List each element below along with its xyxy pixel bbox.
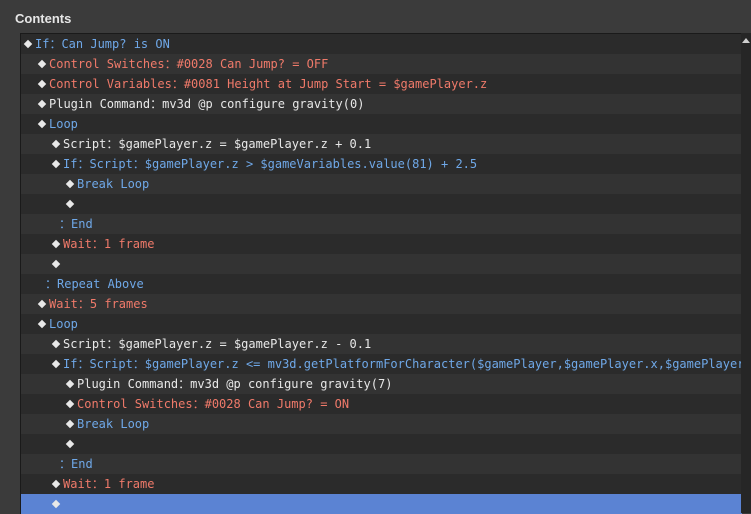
diamond-bullet-icon (51, 239, 61, 249)
command-text: Control Variables：#0081 Height at Jump S… (49, 77, 488, 91)
command-row[interactable]: Script：$gamePlayer.z = $gamePlayer.z - 0… (21, 334, 742, 354)
command-row[interactable]: Control Switches：#0028 Can Jump? = ON (21, 394, 742, 414)
diamond-bullet-icon (51, 359, 61, 369)
command-row[interactable]: Control Variables：#0081 Height at Jump S… (21, 74, 742, 94)
diamond-bullet-icon (37, 319, 47, 329)
command-row[interactable]: Loop (21, 114, 742, 134)
command-row[interactable]: ：Repeat Above (21, 274, 742, 294)
command-text: Control Switches：#0028 Can Jump? = ON (77, 397, 350, 411)
command-row-selected[interactable] (21, 494, 742, 514)
diamond-bullet-icon (51, 499, 61, 509)
command-row[interactable] (21, 254, 742, 274)
command-text: Script：$gamePlayer.z = $gamePlayer.z - 0… (63, 337, 372, 351)
diamond-bullet-icon (37, 59, 47, 69)
diamond-bullet-icon (65, 199, 75, 209)
command-text: If：Can Jump? is ON (35, 37, 170, 51)
diamond-bullet-icon (65, 439, 75, 449)
command-row[interactable]: Plugin Command：mv3d @p configure gravity… (21, 94, 742, 114)
command-row[interactable]: Wait：5 frames (21, 294, 742, 314)
diamond-bullet-icon (37, 99, 47, 109)
scroll-up-arrow-icon[interactable] (742, 38, 750, 43)
command-row[interactable]: Script：$gamePlayer.z = $gamePlayer.z + 0… (21, 134, 742, 154)
diamond-bullet-icon (65, 179, 75, 189)
command-text: Loop (49, 317, 78, 331)
command-row[interactable]: ：End (21, 214, 742, 234)
vertical-scrollbar[interactable] (741, 33, 751, 513)
command-text: ：Repeat Above (45, 277, 144, 291)
command-text: Plugin Command：mv3d @p configure gravity… (49, 97, 365, 111)
command-text: Wait：1 frame (63, 237, 155, 251)
command-row[interactable]: If：Can Jump? is ON (21, 34, 742, 54)
command-text: Loop (49, 117, 78, 131)
diamond-bullet-icon (51, 259, 61, 269)
command-text: Wait：5 frames (49, 297, 148, 311)
diamond-bullet-icon (65, 399, 75, 409)
diamond-bullet-icon (65, 419, 75, 429)
command-text: Script：$gamePlayer.z = $gamePlayer.z + 0… (63, 137, 372, 151)
command-text: Plugin Command：mv3d @p configure gravity… (77, 377, 393, 391)
diamond-bullet-icon (51, 159, 61, 169)
command-row[interactable] (21, 434, 742, 454)
command-row[interactable]: ：End (21, 454, 742, 474)
command-text: Break Loop (77, 177, 150, 191)
command-row[interactable]: Wait：1 frame (21, 234, 742, 254)
command-row[interactable]: Break Loop (21, 174, 742, 194)
command-row[interactable]: Control Switches：#0028 Can Jump? = OFF (21, 54, 742, 74)
diamond-bullet-icon (51, 479, 61, 489)
diamond-bullet-icon (51, 139, 61, 149)
diamond-bullet-icon (65, 379, 75, 389)
command-row[interactable]: Loop (21, 314, 742, 334)
command-row[interactable]: If：Script：$gamePlayer.z > $gameVariables… (21, 154, 742, 174)
command-row[interactable]: Plugin Command：mv3d @p configure gravity… (21, 374, 742, 394)
command-text: Control Switches：#0028 Can Jump? = OFF (49, 57, 329, 71)
diamond-bullet-icon (23, 39, 33, 49)
diamond-bullet-icon (37, 79, 47, 89)
diamond-bullet-icon (37, 299, 47, 309)
command-text: Break Loop (77, 417, 150, 431)
panel-title: Contents (15, 11, 72, 26)
command-row[interactable]: Break Loop (21, 414, 742, 434)
command-row[interactable]: If：Script：$gamePlayer.z <= mv3d.getPlatf… (21, 354, 742, 374)
diamond-bullet-icon (51, 339, 61, 349)
command-text: Wait：1 frame (63, 477, 155, 491)
command-text: ：End (59, 217, 93, 231)
command-text: ：End (59, 457, 93, 471)
command-text: If：Script：$gamePlayer.z > $gameVariables… (63, 157, 478, 171)
event-command-list[interactable]: If：Can Jump? is ON Control Switches：#0028… (20, 33, 742, 514)
command-text: If：Script：$gamePlayer.z <= mv3d.getPlatf… (63, 357, 742, 371)
command-row[interactable] (21, 194, 742, 214)
command-row[interactable]: Wait：1 frame (21, 474, 742, 494)
diamond-bullet-icon (37, 119, 47, 129)
